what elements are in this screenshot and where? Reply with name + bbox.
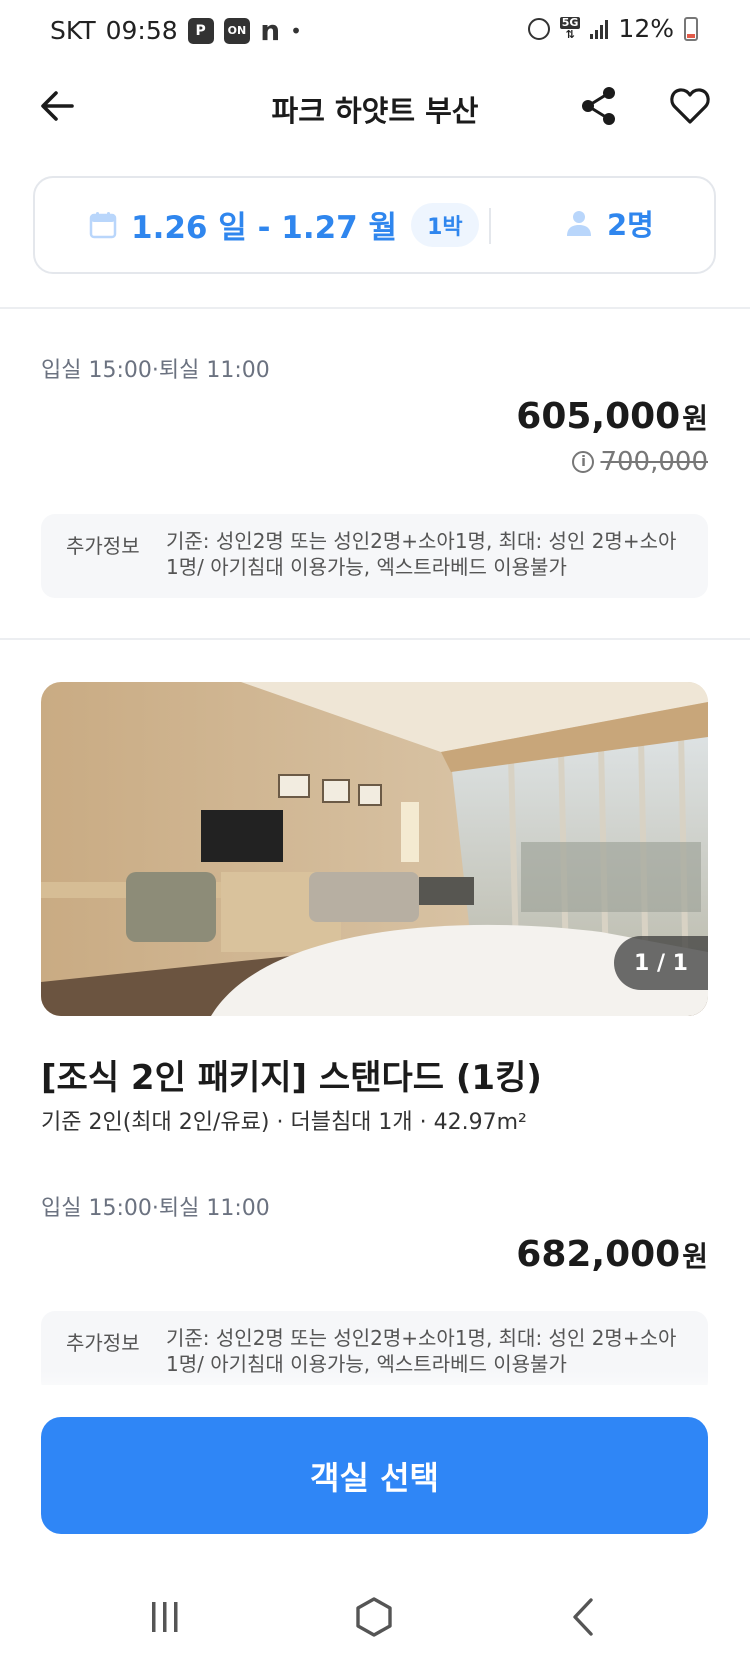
checkin-time: 입실 15:00·퇴실 11:00 (41, 358, 270, 383)
booking-summary-bar: 1.26 일 - 1.27 월 1박 2명 (33, 176, 716, 274)
battery-icon (684, 16, 698, 41)
section-divider (0, 638, 750, 640)
system-nav-bar (0, 1545, 750, 1667)
info-text: 기준: 성인2명 또는 성인2명+소아1명, 최대: 성인 2명+소아1명/ 아… (166, 529, 677, 579)
info-label: 추가정보 (66, 1331, 140, 1355)
section-divider (0, 307, 750, 309)
room-price: 605,000 원 (516, 396, 708, 437)
calendar-icon (89, 211, 117, 239)
guest-selector[interactable]: 2명 (565, 202, 654, 244)
recent-apps-icon[interactable] (150, 1600, 180, 1634)
app-header: 파크 하얏트 부산 (0, 64, 750, 154)
room-price: 682,000 원 (516, 1234, 708, 1275)
heart-icon[interactable] (668, 84, 712, 128)
on-notification-icon: ON (223, 17, 251, 44)
room-name: [조식 2인 패키지] 스탠다드 (1킹) (41, 1058, 542, 1098)
nights-badge: 1박 (411, 202, 479, 247)
date-range: 1.26 일 - 1.27 월 (131, 210, 398, 246)
price-value: 682,000 (516, 1234, 681, 1275)
share-icon[interactable] (578, 84, 620, 128)
more-notifications-dot: • (290, 18, 302, 43)
n-notification-icon: n (260, 14, 281, 47)
price-unit: 원 (682, 1240, 708, 1273)
status-right: 5G ⇅ 12% (527, 14, 698, 43)
alarm-icon (527, 17, 550, 40)
original-price-value: 700,000 (600, 447, 708, 477)
status-left: SKT 09:58 P ON n • (50, 14, 302, 47)
photo-counter: 1 / 1 (614, 936, 708, 990)
info-label: 추가정보 (66, 534, 140, 558)
guest-count: 2명 (607, 208, 654, 242)
price-value: 605,000 (516, 396, 681, 437)
date-selector[interactable]: 1.26 일 - 1.27 월 1박 (89, 202, 479, 247)
p-notification-icon: P (187, 17, 214, 44)
original-price: i 700,000 (572, 447, 708, 477)
bottom-cta-area: 객실 선택 (0, 1385, 750, 1545)
select-room-button[interactable]: 객실 선택 (41, 1417, 708, 1534)
status-time: 09:58 (105, 16, 178, 45)
date-guest-divider (489, 208, 491, 244)
additional-info-box: 추가정보 기준: 성인2명 또는 성인2명+소아1명, 최대: 성인 2명+소아… (41, 514, 708, 598)
room-photo[interactable]: 1 / 1 (41, 682, 708, 1016)
home-icon[interactable] (355, 1597, 393, 1637)
person-icon (565, 209, 593, 237)
page-title: 파크 하얏트 부산 (271, 94, 479, 128)
network-5g-icon: 5G ⇅ (559, 15, 581, 41)
checkin-time: 입실 15:00·퇴실 11:00 (41, 1196, 270, 1221)
status-bar: SKT 09:58 P ON n • 5G ⇅ 12% (0, 0, 750, 64)
signal-icon (590, 19, 609, 39)
back-chevron-icon[interactable] (570, 1597, 596, 1637)
price-unit: 원 (682, 402, 708, 435)
info-icon[interactable]: i (572, 451, 595, 473)
battery-percent: 12% (618, 14, 674, 43)
carrier-label: SKT (50, 16, 96, 45)
room-spec: 기준 2인(최대 2인/유료) · 더블침대 1개 · 42.97m² (41, 1110, 527, 1135)
